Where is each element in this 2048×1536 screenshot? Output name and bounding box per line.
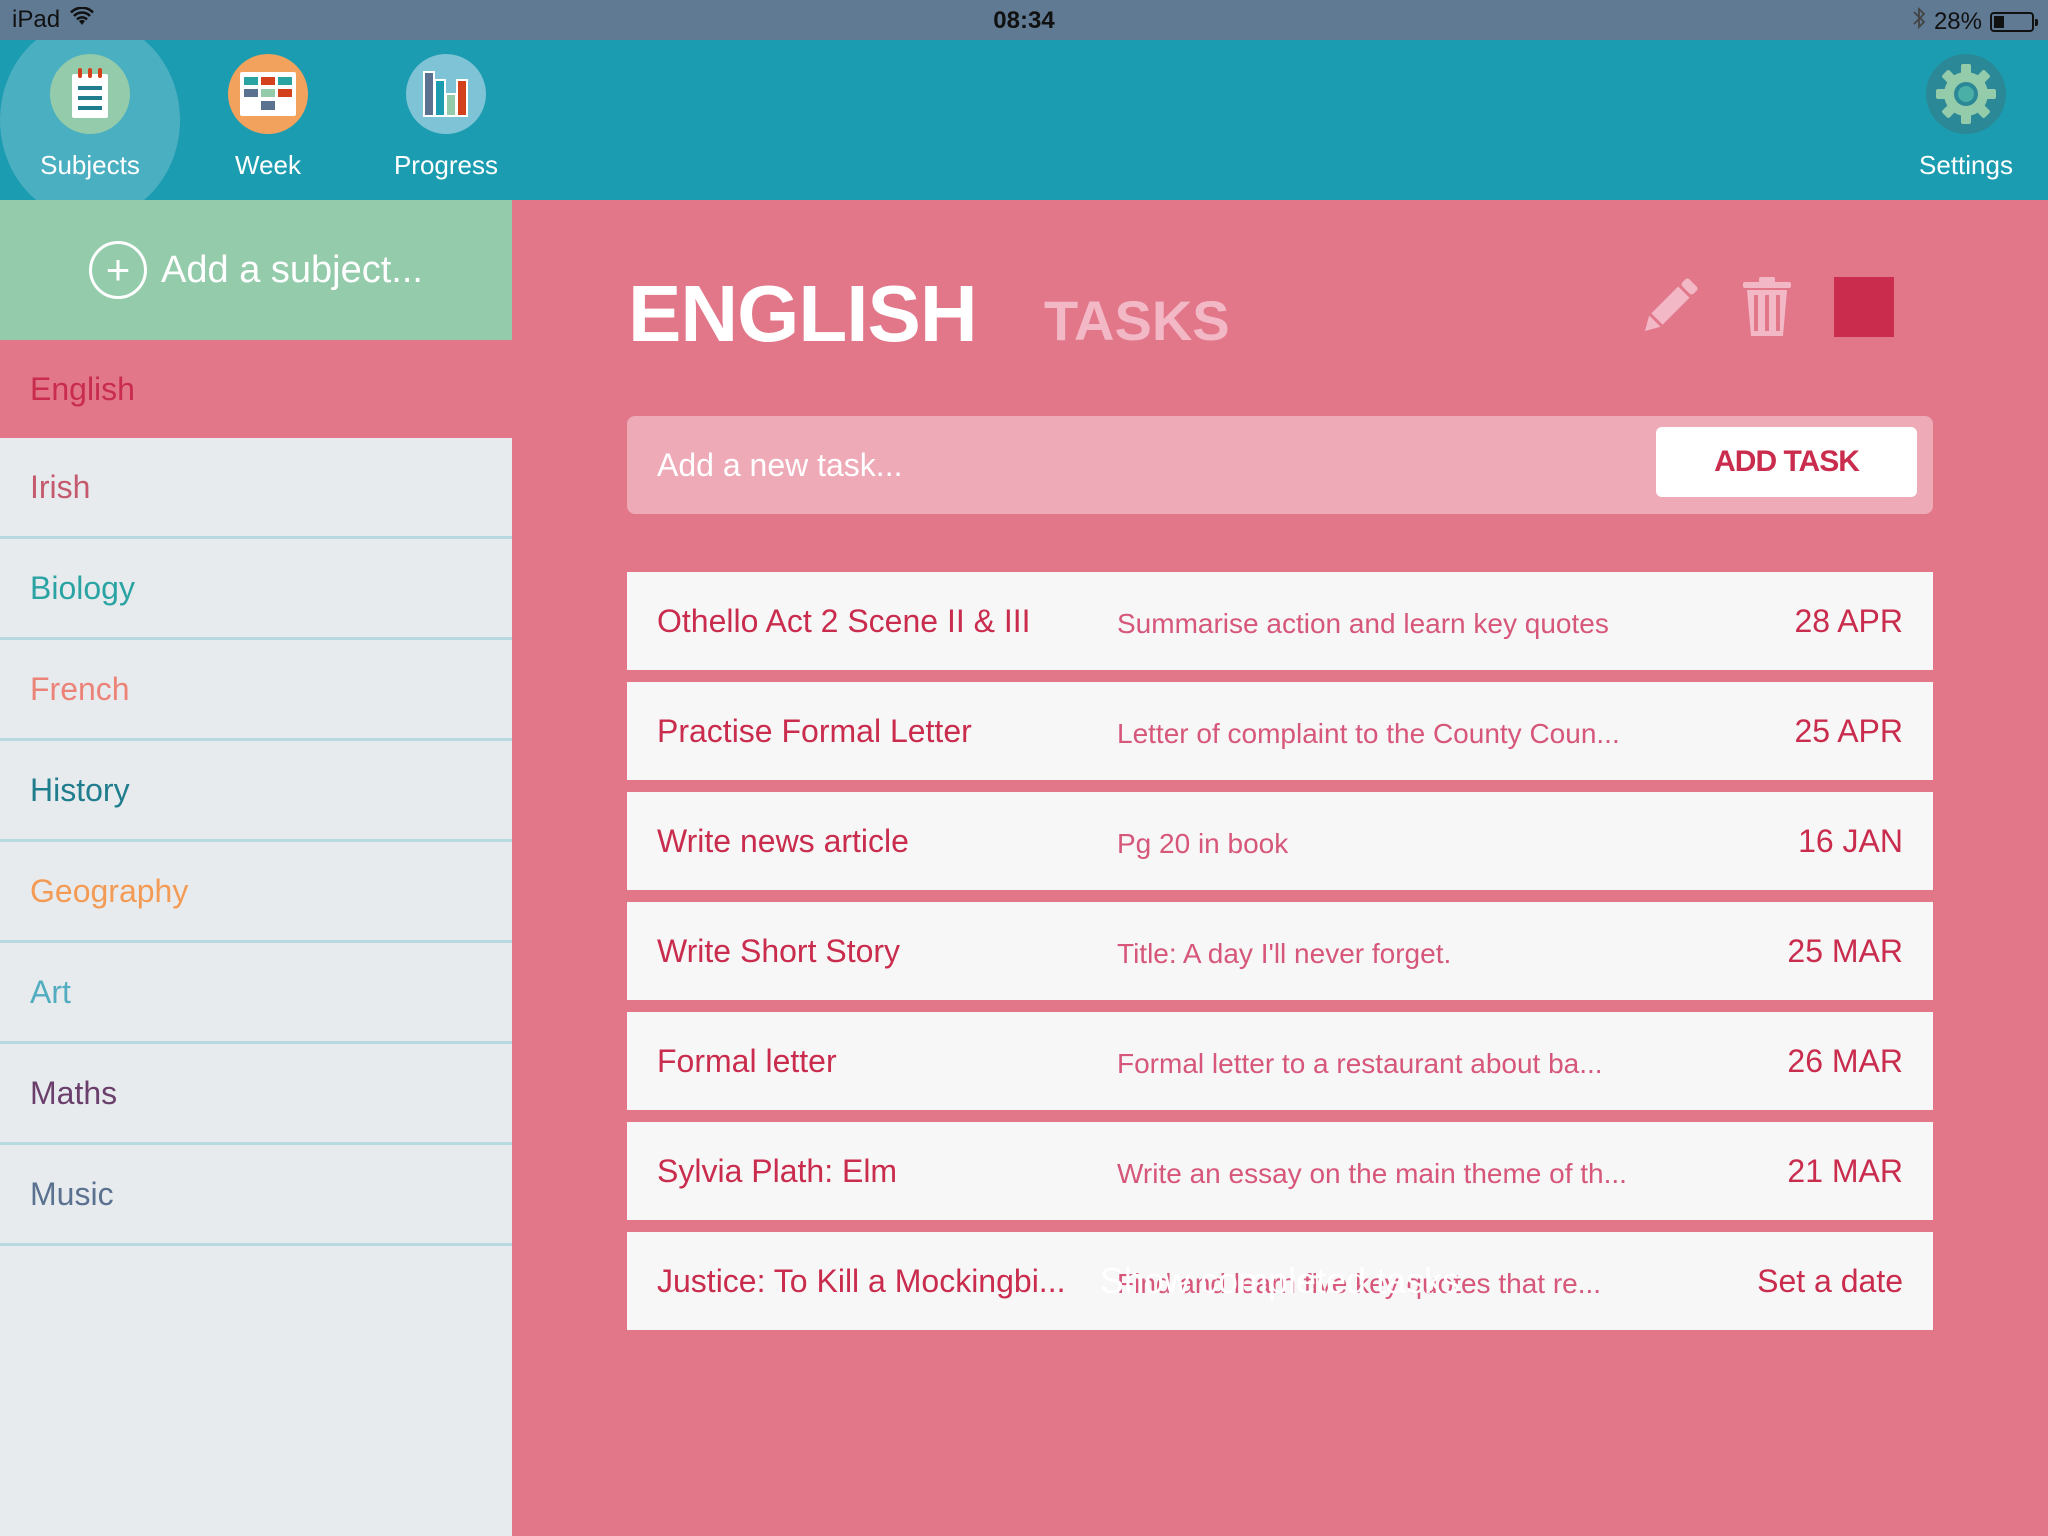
task-due-date[interactable]: 21 MAR: [1787, 1153, 1903, 1190]
sidebar-item-art[interactable]: Art: [0, 943, 512, 1044]
task-name: Sylvia Plath: Elm: [657, 1152, 898, 1189]
task-row[interactable]: Othello Act 2 Scene II & III Summarise ac…: [627, 572, 1933, 670]
task-row[interactable]: Write Short Story Title: A day I'll never…: [627, 902, 1933, 1000]
calendar-grid-icon: [228, 54, 308, 134]
task-description: Pg 20 in book: [1117, 828, 1289, 859]
task-list: Othello Act 2 Scene II & III Summarise ac…: [627, 572, 1933, 1342]
bar-chart-icon: [406, 54, 486, 134]
status-clock: 08:34: [993, 7, 1055, 34]
task-name: Write Short Story: [657, 932, 901, 969]
task-due-date[interactable]: 28 APR: [1794, 603, 1903, 640]
subjects-sidebar: + Add a subject... English Irish Biology Fr…: [0, 200, 512, 1536]
task-name: Formal letter: [657, 1042, 837, 1079]
battery-percent: 28%: [1933, 7, 1982, 35]
sidebar-item-music[interactable]: Music: [0, 1145, 512, 1246]
subject-list: English Irish Biology French History Geograph…: [0, 340, 512, 1246]
subject-color-swatch[interactable]: [1834, 277, 1894, 337]
subject-label: French: [30, 670, 130, 707]
add-task-bar: ADD TASK: [627, 416, 1933, 514]
subject-label: Irish: [30, 468, 91, 505]
battery-icon: [1990, 11, 2038, 32]
subject-label: English: [30, 370, 135, 407]
subject-label: Geography: [30, 872, 189, 909]
task-row[interactable]: Practise Formal Letter Letter of complain…: [627, 682, 1933, 780]
nav-subjects[interactable]: Subjects: [0, 40, 180, 200]
subject-label: Art: [30, 973, 71, 1010]
task-row[interactable]: Sylvia Plath: Elm Write an essay on the m…: [627, 1122, 1933, 1220]
task-row[interactable]: Formal letter Formal letter to a restaura…: [627, 1012, 1933, 1110]
task-description: Summarise action and learn key quotes: [1117, 608, 1609, 639]
task-name: Othello Act 2 Scene II & III: [657, 602, 1031, 639]
task-name: Write news article: [657, 822, 909, 859]
gear-icon: [1926, 54, 2006, 134]
battery-level: [1994, 15, 2005, 28]
subject-label: Biology: [30, 569, 135, 606]
new-task-input[interactable]: [657, 438, 1617, 492]
nav-week[interactable]: Week: [178, 40, 358, 200]
add-subject-label: Add a subject...: [161, 248, 423, 291]
task-due-date[interactable]: 16 JAN: [1798, 823, 1903, 860]
sidebar-item-geography[interactable]: Geography: [0, 842, 512, 943]
subject-title: ENGLISH: [628, 269, 978, 358]
edit-subject-button[interactable]: [1634, 274, 1704, 344]
sidebar-item-history[interactable]: History: [0, 741, 512, 842]
subject-label: Maths: [30, 1074, 118, 1111]
sidebar-item-irish[interactable]: Irish: [0, 438, 512, 539]
bluetooth-icon: [1912, 6, 1926, 37]
task-description: Letter of complaint to the County Coun..…: [1117, 718, 1620, 749]
task-name: Practise Formal Letter: [657, 712, 972, 749]
pencil-icon: [1637, 275, 1701, 344]
nav-progress[interactable]: Progress: [356, 40, 536, 200]
subject-label: Music: [30, 1175, 114, 1212]
sidebar-item-english[interactable]: English: [0, 340, 512, 438]
task-description: Formal letter to a restaurant about ba..…: [1117, 1048, 1603, 1079]
nav-subjects-label: Subjects: [40, 150, 140, 180]
task-description: Write an essay on the main theme of th..…: [1117, 1158, 1627, 1189]
subject-label: History: [30, 771, 130, 808]
nav-settings-label: Settings: [1919, 150, 2013, 180]
task-row[interactable]: Write news article Pg 20 in book 16 JAN: [627, 792, 1933, 890]
status-bar: iPad 08:34 28%: [0, 0, 2048, 40]
sidebar-item-maths[interactable]: Maths: [0, 1044, 512, 1145]
task-due-date[interactable]: 25 MAR: [1787, 933, 1903, 970]
top-nav-bar: Subjects Week Progress Settings: [0, 40, 2048, 200]
trash-icon: [1741, 276, 1793, 343]
delete-subject-button[interactable]: [1732, 274, 1802, 344]
add-task-button[interactable]: ADD TASK: [1656, 427, 1917, 497]
notepad-icon: [50, 54, 130, 134]
show-completed-tasks-link[interactable]: Show completed tasks: [512, 1260, 2048, 1302]
sidebar-item-french[interactable]: French: [0, 640, 512, 741]
subject-detail-panel: ENGLISH TASKS ADD TASK Othello Act 2 Sce…: [512, 200, 2048, 1536]
add-subject-button[interactable]: + Add a subject...: [0, 200, 512, 340]
task-due-date[interactable]: 26 MAR: [1787, 1043, 1903, 1080]
task-description: Title: A day I'll never forget.: [1117, 938, 1452, 969]
nav-progress-label: Progress: [393, 150, 499, 180]
plus-circle-icon: +: [89, 241, 148, 299]
tab-tasks[interactable]: TASKS: [1044, 288, 1230, 353]
task-due-date[interactable]: 25 APR: [1794, 713, 1903, 750]
nav-settings[interactable]: Settings: [1876, 40, 2048, 200]
nav-week-label: Week: [235, 150, 301, 180]
sidebar-item-biology[interactable]: Biology: [0, 539, 512, 640]
